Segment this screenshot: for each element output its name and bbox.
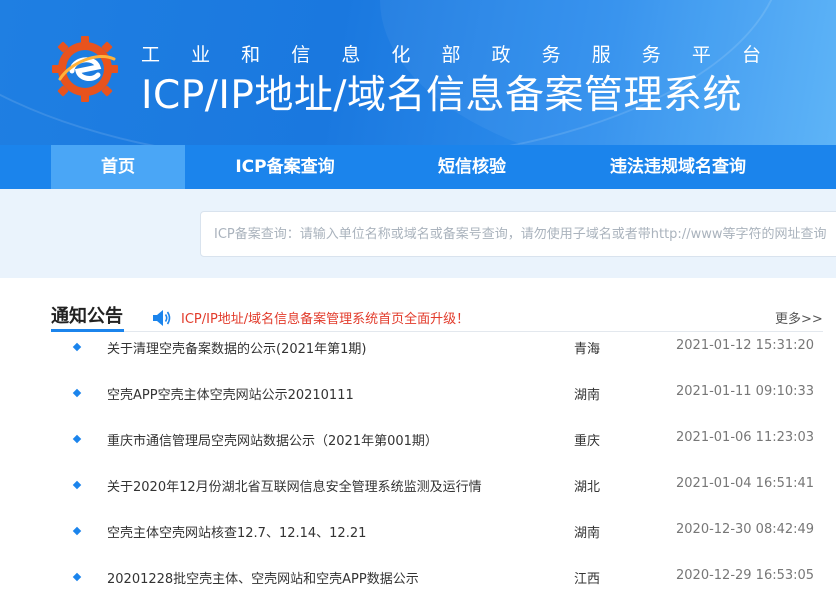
notice-region: 江西 [574, 572, 601, 587]
nav-item-sms-verify[interactable]: 短信核验 [418, 145, 526, 189]
notice-section-title: 通知公告 [51, 306, 123, 327]
speaker-icon [153, 310, 171, 326]
title-underline [51, 329, 124, 332]
subtitle-char: 服 [591, 44, 611, 66]
diamond-bullet-icon [72, 342, 82, 352]
notice-time: 2021-01-04 16:51:41 [676, 476, 815, 491]
nav-item-illegal-domain-query[interactable]: 违法违规域名查询 [590, 145, 766, 189]
subtitle-char: 息 [341, 44, 361, 66]
diamond-bullet-icon [72, 526, 82, 536]
list-item: 重庆市通信管理局空壳网站数据公示（2021年第001期） 重庆 2021-01-… [0, 426, 836, 472]
notice-title-link[interactable]: 关于2020年12月份湖北省互联网信息安全管理系统监测及运行情 [107, 476, 482, 495]
notice-title-link[interactable]: 关于清理空壳备案数据的公示(2021年第1期) [107, 338, 367, 357]
list-item: 空壳APP空壳主体空壳网站公示20210111 湖南 2021-01-11 09… [0, 380, 836, 426]
search-box [200, 211, 836, 257]
diamond-bullet-icon [72, 434, 82, 444]
subtitle-char: 政 [491, 44, 511, 66]
notice-time: 2021-01-11 09:10:33 [676, 384, 815, 399]
notice-time: 2020-12-29 16:53:05 [676, 568, 815, 583]
list-item: 关于清理空壳备案数据的公示(2021年第1期) 青海 2021-01-12 15… [0, 334, 836, 380]
icp-search-input[interactable] [201, 212, 836, 256]
subtitle-char: 信 [291, 44, 311, 66]
subtitle-char: 和 [241, 44, 261, 66]
nav-item-icp-query[interactable]: ICP备案查询 [215, 145, 355, 189]
subtitle-char: 部 [441, 44, 461, 66]
subtitle-char: 平 [691, 44, 711, 66]
notice-time: 2021-01-12 15:31:20 [676, 338, 815, 353]
notice-title-link[interactable]: 空壳APP空壳主体空壳网站公示20210111 [107, 384, 354, 403]
subtitle-char: 台 [741, 44, 761, 66]
subtitle-char: 工 [141, 44, 161, 66]
site-title: ICP/IP地址/域名信息备案管理系统 [141, 73, 743, 118]
divider [51, 331, 823, 332]
subtitle-char: 务 [641, 44, 661, 66]
notice-title-link[interactable]: 重庆市通信管理局空壳网站数据公示（2021年第001期） [107, 430, 438, 449]
search-band [0, 189, 836, 278]
subtitle-char: 务 [541, 44, 561, 66]
list-item: 20201228批空壳主体、空壳网站和空壳APP数据公示 江西 2020-12-… [0, 564, 836, 610]
notice-region: 湖南 [574, 526, 601, 541]
site-header: 工 业 和 信 息 化 部 政 务 服 务 平 台 ICP/IP地址/域名信息备… [0, 0, 836, 145]
diamond-bullet-icon [72, 572, 82, 582]
subtitle-char: 业 [191, 44, 211, 66]
notice-time: 2021-01-06 11:23:03 [676, 430, 815, 445]
notice-region: 重庆 [574, 434, 601, 449]
notice-region: 湖北 [574, 480, 601, 495]
subtitle-char: 化 [391, 44, 411, 66]
notice-title-link[interactable]: 空壳主体空壳网站核查12.7、12.14、12.21 [107, 522, 366, 541]
nav-item-home[interactable]: 首页 [51, 145, 185, 189]
notice-region: 青海 [574, 342, 601, 357]
notice-time: 2020-12-30 08:42:49 [676, 522, 815, 537]
list-item: 空壳主体空壳网站核查12.7、12.14、12.21 湖南 2020-12-30… [0, 518, 836, 564]
more-link[interactable]: 更多>> [775, 308, 823, 327]
notice-title-link[interactable]: 20201228批空壳主体、空壳网站和空壳APP数据公示 [107, 568, 419, 587]
notice-header: 通知公告 ICP/IP地址/域名信息备案管理系统首页全面升级！ 更多>> [0, 278, 836, 334]
notice-region: 湖南 [574, 388, 601, 403]
main-nav: 首页 ICP备案查询 短信核验 违法违规域名查询 [0, 145, 836, 189]
notice-list: 关于清理空壳备案数据的公示(2021年第1期) 青海 2021-01-12 15… [0, 334, 836, 610]
list-item: 关于2020年12月份湖北省互联网信息安全管理系统监测及运行情 湖北 2021-… [0, 472, 836, 518]
upgrade-announcement-link[interactable]: ICP/IP地址/域名信息备案管理系统首页全面升级！ [181, 308, 469, 327]
diamond-bullet-icon [72, 388, 82, 398]
diamond-bullet-icon [72, 480, 82, 490]
miit-logo-icon[interactable] [50, 33, 120, 103]
site-subtitle: 工 业 和 信 息 化 部 政 务 服 务 平 台 [141, 40, 761, 67]
